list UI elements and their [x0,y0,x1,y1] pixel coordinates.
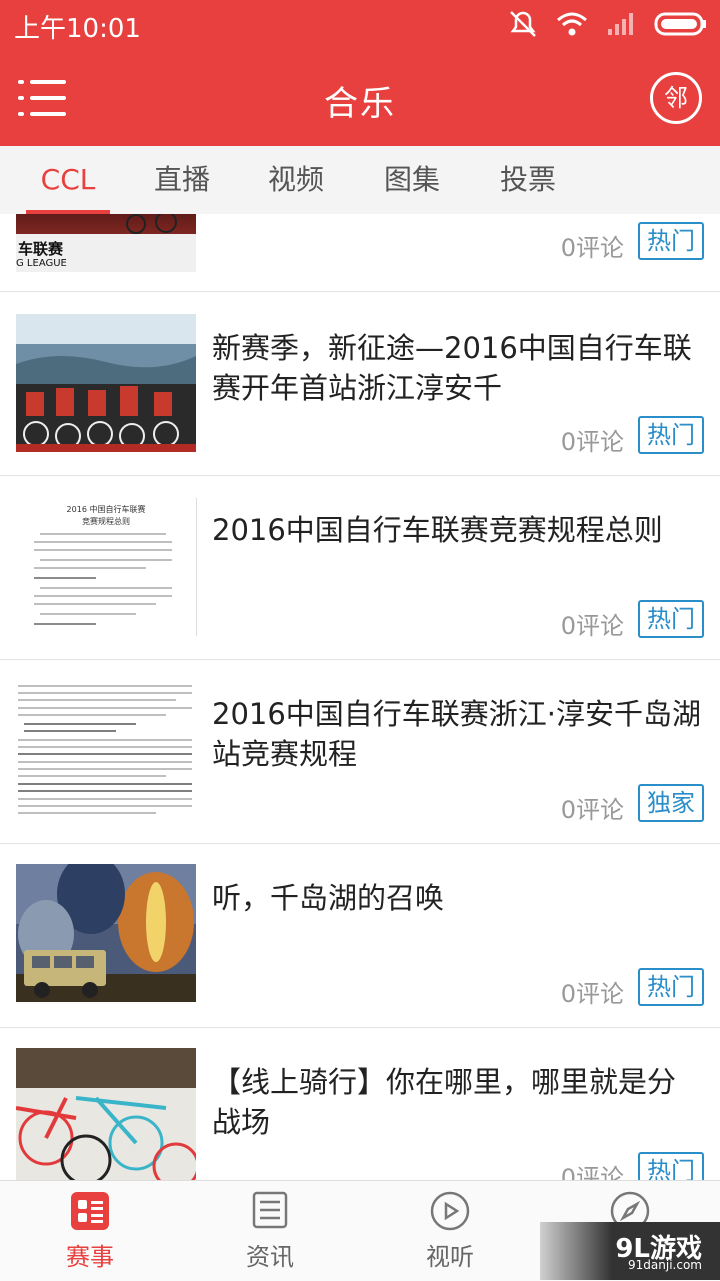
list-item[interactable]: 2016中国自行车联赛浙江·淳安千岛湖站竞赛规程 0评论 独家 [0,660,720,844]
category-tabs: CCL 直播 视频 图集 投票 [0,146,720,214]
article-thumbnail [16,680,196,818]
play-icon [430,1191,470,1231]
nav-media[interactable]: 视听 [360,1181,540,1281]
comment-count: 0评论 [560,234,624,262]
thumbnail-subcaption: G LEAGUE [16,258,67,269]
hot-badge: 热门 [638,416,704,454]
subscribe-button[interactable]: 邻 [650,72,702,124]
status-time: 上午10:01 [14,14,141,44]
wifi-icon [557,12,587,36]
thumbnail-caption: 车联赛 [18,240,64,258]
article-title[interactable]: 2016中国自行车联赛浙江·淳安千岛湖站竞赛规程 [212,694,702,774]
tab-ccl[interactable]: CCL [26,146,110,214]
nav-label: 赛事 [66,1243,114,1271]
comment-count: 0评论 [560,980,624,1008]
app-title: 合乐 [324,84,396,124]
news-icon [252,1191,288,1229]
hot-badge: 热门 [638,1152,704,1180]
status-bar: 上午10:01 [0,0,720,50]
comment-count: 0评论 [560,1164,624,1180]
status-icons [508,10,708,38]
nav-label: 资讯 [246,1243,294,1271]
article-title[interactable]: 2016中国自行车联赛竞赛规程总则 [212,510,702,550]
list-item[interactable]: 【线上骑行】你在哪里，哪里就是分战场 0评论 热门 [0,1028,720,1180]
watermark: 9L游戏 91danji.com [540,1222,720,1280]
list-item[interactable]: 车联赛 G LEAGUE 0评论 热门 [0,214,720,292]
subscribe-label: 邻 [664,84,688,112]
comment-count: 0评论 [560,612,624,640]
comment-count: 0评论 [560,428,624,456]
mute-icon [510,11,536,37]
nav-events[interactable]: 赛事 [0,1181,180,1281]
article-thumbnail [16,864,196,1002]
exclusive-badge: 独家 [638,784,704,822]
list-item[interactable]: 新赛季，新征途—2016中国自行车联赛开年首站浙江淳安千 0评论 热门 [0,292,720,476]
article-thumbnail [16,314,196,452]
tab-video[interactable]: 视频 [254,146,338,214]
article-thumbnail: 2016 中国自行车联赛 竞赛规程总则 [16,498,197,636]
nav-news[interactable]: 资讯 [180,1181,360,1281]
article-list[interactable]: 车联赛 G LEAGUE 0评论 热门 新赛季，新征途—2016中国自行车联赛开… [0,214,720,1180]
signal-icon [608,13,633,35]
article-thumbnail: 车联赛 G LEAGUE [16,214,196,272]
list-item[interactable]: 2016 中国自行车联赛 竞赛规程总则 2016中国自行车联赛竞赛规程总则 0评… [0,476,720,660]
battery-icon [654,12,706,36]
tab-gallery[interactable]: 图集 [370,146,454,214]
tab-vote[interactable]: 投票 [486,146,570,214]
app-bar: 合乐 邻 [0,50,720,146]
watermark-url: 91danji.com [628,1258,702,1272]
list-item[interactable]: 听，千岛湖的召唤 0评论 热门 [0,844,720,1028]
article-title[interactable]: 新赛季，新征途—2016中国自行车联赛开年首站浙江淳安千 [212,328,702,408]
article-title[interactable]: 听，千岛湖的召唤 [212,878,702,918]
nav-label: 视听 [426,1243,474,1271]
tab-live[interactable]: 直播 [140,146,224,214]
hot-badge: 热门 [638,600,704,638]
comment-count: 0评论 [560,796,624,824]
article-title[interactable]: 【线上骑行】你在哪里，哪里就是分战场 [212,1062,702,1142]
article-thumbnail [16,1048,196,1180]
hot-badge: 热门 [638,222,704,260]
hot-badge: 热门 [638,968,704,1006]
events-icon [71,1192,109,1230]
